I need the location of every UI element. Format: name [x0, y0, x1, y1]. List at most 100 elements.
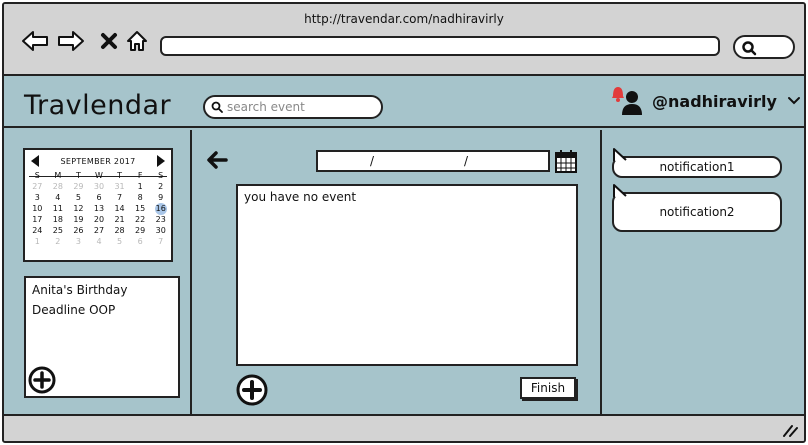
notification-text: notification1	[659, 160, 735, 174]
calendar-day[interactable]: 6	[130, 236, 151, 247]
calendar-grid: S M T W T F S 27 28 29 30 31 1 2 3 4 5 6 7 8 9 10 11 12 13 14 15 16…	[27, 170, 171, 247]
forward-icon[interactable]	[56, 26, 86, 56]
calendar-day[interactable]: 13	[89, 203, 110, 214]
calendar-day[interactable]: 27	[27, 181, 48, 192]
calendar-day[interactable]: 28	[48, 181, 69, 192]
calendar-day[interactable]: 27	[89, 225, 110, 236]
date-separator: /	[370, 154, 375, 168]
resize-handle-icon[interactable]	[782, 423, 798, 437]
back-arrow-icon[interactable]	[206, 150, 228, 174]
notification-item[interactable]: notification1	[612, 148, 782, 178]
calendar-day[interactable]: 23	[150, 214, 171, 225]
calendar-day[interactable]: 3	[68, 236, 89, 247]
url-text: http://travendar.com/nadhiravirly	[304, 12, 504, 26]
finish-button[interactable]: Finish	[520, 377, 576, 399]
calendar-day[interactable]: 7	[150, 236, 171, 247]
calendar-day[interactable]: 31	[109, 181, 130, 192]
app-header: Travlendar @nadhiravirly	[4, 78, 804, 128]
calendar-day[interactable]: 4	[89, 236, 110, 247]
calendar-day[interactable]: 29	[130, 225, 151, 236]
add-event-button[interactable]	[236, 374, 268, 406]
username: @nadhiravirly	[652, 91, 777, 111]
calendar-header: SEPTEMBER 2017	[25, 150, 171, 172]
calendar-weekday: W	[95, 171, 103, 180]
app-window: http://travendar.com/nadhiravirly Travle…	[2, 2, 806, 443]
calendar-day[interactable]: 10	[27, 203, 48, 214]
calendar-day[interactable]: 1	[27, 236, 48, 247]
calendar-weekday: T	[75, 171, 81, 180]
calendar-day[interactable]: 24	[27, 225, 48, 236]
event-item[interactable]: Deadline OOP	[26, 300, 178, 320]
notification-panel: notification1 notification2	[604, 130, 804, 414]
add-event-button[interactable]	[28, 366, 56, 394]
calendar-weekday: S	[158, 171, 164, 180]
browser-search-box[interactable]	[733, 35, 795, 59]
calendar-day[interactable]: 29	[68, 181, 89, 192]
app-title: Travlendar	[24, 90, 172, 121]
calendar-day[interactable]: 14	[109, 203, 130, 214]
speech-bubble-tail-icon	[613, 184, 627, 197]
calendar-weekday: S	[34, 171, 40, 180]
calendar-day[interactable]: 9	[150, 192, 171, 203]
back-icon[interactable]	[20, 26, 50, 56]
date-input[interactable]: / /	[316, 150, 550, 172]
search-event-box[interactable]	[203, 95, 383, 119]
address-bar[interactable]	[160, 36, 720, 56]
previous-month-icon[interactable]	[31, 155, 39, 167]
calendar-weekday: T	[117, 171, 122, 180]
calendar-day[interactable]: 5	[109, 236, 130, 247]
calendar-day[interactable]: 5	[68, 192, 89, 203]
user-with-notification-icon[interactable]	[608, 84, 646, 118]
mini-calendar: SEPTEMBER 2017 S M T W T F S 27 28 29 30 31 1 2 3 4 5 6 7 8…	[23, 148, 173, 262]
calendar-month-label: SEPTEMBER 2017	[60, 156, 136, 166]
stop-icon[interactable]	[94, 26, 124, 56]
event-editor-panel: / / you have no event Finish	[192, 130, 602, 414]
notification-text: notification2	[659, 205, 735, 219]
calendar-day[interactable]: 3	[27, 192, 48, 203]
search-event-input[interactable]	[227, 100, 367, 114]
plus-circle-icon	[236, 374, 268, 406]
calendar-day[interactable]: 26	[68, 225, 89, 236]
event-list: Anita's Birthday Deadline OOP	[24, 276, 180, 398]
browser-chrome: http://travendar.com/nadhiravirly	[4, 4, 804, 76]
calendar-day[interactable]: 30	[150, 225, 171, 236]
calendar-day[interactable]: 28	[109, 225, 130, 236]
calendar-day[interactable]: 15	[130, 203, 151, 214]
calendar-day[interactable]: 8	[130, 192, 151, 203]
user-menu[interactable]: @nadhiravirly	[608, 84, 801, 118]
calendar-weekday: M	[54, 171, 62, 180]
speech-bubble-tail-icon	[613, 148, 627, 161]
calendar-day[interactable]: 7	[109, 192, 130, 203]
left-sidebar: SEPTEMBER 2017 S M T W T F S 27 28 29 30 31 1 2 3 4 5 6 7 8…	[4, 130, 192, 414]
date-separator: /	[464, 154, 469, 168]
status-bar	[4, 414, 804, 441]
calendar-day[interactable]: 4	[48, 192, 69, 203]
calendar-day[interactable]: 2	[48, 236, 69, 247]
calendar-weekday: F	[137, 171, 143, 180]
magnifier-icon	[742, 41, 757, 56]
calendar-day[interactable]: 12	[68, 203, 89, 214]
plus-circle-icon	[28, 366, 56, 394]
calendar-day[interactable]: 19	[68, 214, 89, 225]
home-icon[interactable]	[122, 26, 152, 56]
next-month-icon[interactable]	[157, 155, 165, 167]
calendar-day[interactable]: 6	[89, 192, 110, 203]
event-item[interactable]: Anita's Birthday	[26, 280, 178, 300]
calendar-day[interactable]: 18	[48, 214, 69, 225]
calendar-day[interactable]: 21	[109, 214, 130, 225]
calendar-day[interactable]: 16	[150, 203, 171, 215]
calendar-day[interactable]: 20	[89, 214, 110, 225]
calendar-day[interactable]: 22	[130, 214, 151, 225]
calendar-day[interactable]: 1	[130, 181, 151, 192]
calendar-day[interactable]: 17	[27, 214, 48, 225]
calendar-icon[interactable]	[554, 148, 578, 178]
search-icon	[211, 101, 223, 113]
calendar-day[interactable]: 11	[48, 203, 69, 214]
empty-event-message: you have no event	[244, 190, 357, 204]
calendar-day[interactable]: 30	[89, 181, 110, 192]
notification-item[interactable]: notification2	[612, 184, 782, 232]
calendar-day[interactable]: 2	[150, 181, 171, 192]
chevron-down-icon[interactable]	[787, 96, 801, 106]
calendar-day[interactable]: 25	[48, 225, 69, 236]
event-details-box[interactable]: you have no event	[236, 184, 578, 366]
